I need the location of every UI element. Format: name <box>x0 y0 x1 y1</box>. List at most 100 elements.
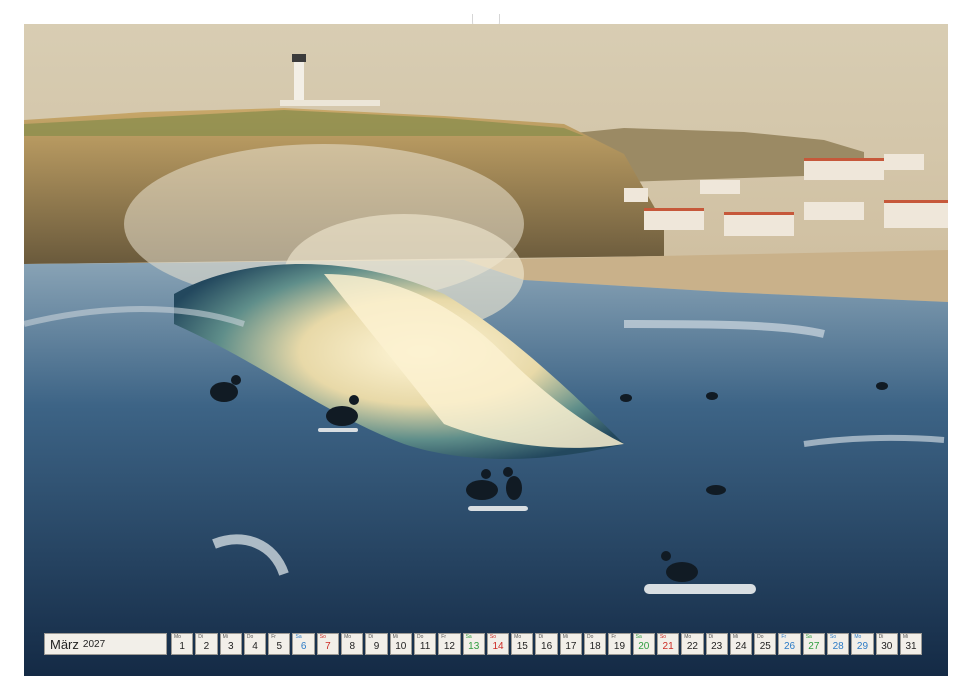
day-of-week: Fr <box>611 634 617 640</box>
day-cell: Mi 24 <box>729 633 753 655</box>
day-of-week: Do <box>246 634 254 640</box>
day-cell: So 7 <box>316 633 340 655</box>
day-number: 6 <box>300 641 307 652</box>
day-number: 20 <box>638 641 650 652</box>
day-number: 5 <box>276 641 283 652</box>
day-number: 2 <box>203 641 210 652</box>
month-name: März <box>50 636 79 652</box>
day-of-week: Fr <box>271 634 276 640</box>
day-of-week: Mi <box>562 634 569 640</box>
day-cell: Mi 17 <box>559 633 583 655</box>
day-of-week: Di <box>708 634 714 640</box>
day-of-week: Do <box>416 634 424 640</box>
day-of-week: So <box>319 634 326 640</box>
day-cells: Mo 1 Di 2 Mi 3 Do 4 Fr 5 Sa 6 So 7 Mo 8 Di 9 Mi 10 Do 11 Fr 12 S… <box>171 633 923 655</box>
day-cell: Mi 31 <box>899 633 923 655</box>
day-cell: Di 2 <box>195 633 218 655</box>
day-number: 16 <box>541 641 553 652</box>
day-of-week: Sa <box>295 634 302 640</box>
day-cell: Sa 6 <box>292 633 315 655</box>
day-of-week: So <box>659 634 667 640</box>
day-cell: Do 18 <box>584 633 607 655</box>
day-cell: So 14 <box>486 633 510 655</box>
day-number: 3 <box>227 641 234 652</box>
day-number: 14 <box>492 641 504 652</box>
day-of-week: Mi <box>392 634 398 640</box>
day-cell: Mo 22 <box>681 633 704 655</box>
day-cell: Sa 27 <box>802 633 826 655</box>
day-number: 10 <box>395 641 407 652</box>
day-number: 23 <box>711 641 723 652</box>
day-of-week: Mo <box>684 634 692 640</box>
calendar-strip: März 2027 Mo 1 Di 2 Mi 3 Do 4 Fr 5 Sa 6 So 7 Mo 8 Di 9 Mi 1… <box>44 631 927 657</box>
day-cell: Do 4 <box>243 633 267 655</box>
day-number: 8 <box>349 641 355 652</box>
day-number: 18 <box>589 641 601 652</box>
day-of-week: Do <box>587 634 594 640</box>
day-of-week: Fr <box>441 634 446 640</box>
day-of-week: Di <box>878 634 884 640</box>
day-cell: Mo 15 <box>511 633 534 655</box>
day-of-week: So <box>489 634 496 640</box>
day-cell: Mo 8 <box>341 633 364 655</box>
day-cell: Di 16 <box>535 633 558 655</box>
day-cell: Di 30 <box>875 633 898 655</box>
day-number: 28 <box>832 641 844 652</box>
day-of-week: Mo <box>174 634 181 640</box>
day-of-week: So <box>830 634 837 640</box>
day-of-week: Di <box>368 634 374 640</box>
day-of-week: Di <box>538 634 544 640</box>
day-cell: Di 9 <box>365 633 388 655</box>
day-number: 7 <box>325 641 331 652</box>
day-number: 22 <box>686 641 698 652</box>
day-cell: Mo 1 <box>171 633 194 655</box>
day-of-week: Mo <box>344 634 352 640</box>
day-of-week: Mi <box>732 634 739 640</box>
day-cell: Fr 19 <box>608 633 631 655</box>
day-number: 29 <box>856 641 869 652</box>
day-of-week: Do <box>757 634 764 640</box>
day-of-week: Fr <box>781 634 787 640</box>
calendar-photo <box>24 24 948 676</box>
day-cell: Fr 26 <box>778 633 801 655</box>
day-of-week: Mi <box>902 634 909 640</box>
day-number: 31 <box>905 641 917 652</box>
day-cell: Sa 20 <box>632 633 655 655</box>
day-number: 26 <box>784 641 796 652</box>
day-of-week: Di <box>198 634 204 640</box>
day-cell: So 28 <box>827 633 850 655</box>
day-number: 1 <box>179 641 185 652</box>
day-of-week: Sa <box>805 634 812 640</box>
day-of-week: Mo <box>854 634 862 640</box>
day-cell: Di 23 <box>705 633 728 655</box>
day-of-week: Mo <box>514 634 522 640</box>
day-cell: Fr 12 <box>438 633 461 655</box>
day-cell: Mo 29 <box>851 633 874 655</box>
day-cell: Do 25 <box>754 633 777 655</box>
day-number: 4 <box>252 641 258 652</box>
day-number: 24 <box>735 641 747 652</box>
day-of-week: Mi <box>222 634 228 640</box>
day-number: 25 <box>759 641 771 652</box>
day-cell: Fr 5 <box>268 633 291 655</box>
day-number: 27 <box>808 641 820 652</box>
day-cell: Sa 13 <box>462 633 485 655</box>
day-number: 17 <box>565 641 577 652</box>
surf-scene-illustration <box>24 24 948 676</box>
day-cell: Mi 10 <box>389 633 412 655</box>
day-number: 19 <box>613 641 626 652</box>
day-number: 30 <box>881 641 893 652</box>
year-label: 2027 <box>82 638 106 650</box>
day-of-week: Sa <box>635 634 642 640</box>
day-number: 21 <box>662 641 674 652</box>
day-number: 15 <box>516 641 528 652</box>
day-number: 11 <box>419 641 431 652</box>
day-cell: So 21 <box>656 633 680 655</box>
day-of-week: Sa <box>465 634 472 640</box>
month-label: März 2027 <box>44 633 167 655</box>
day-number: 9 <box>373 641 380 652</box>
day-number: 13 <box>468 641 480 652</box>
day-cell: Do 11 <box>413 633 437 655</box>
day-number: 12 <box>443 641 455 652</box>
day-cell: Mi 3 <box>219 633 242 655</box>
